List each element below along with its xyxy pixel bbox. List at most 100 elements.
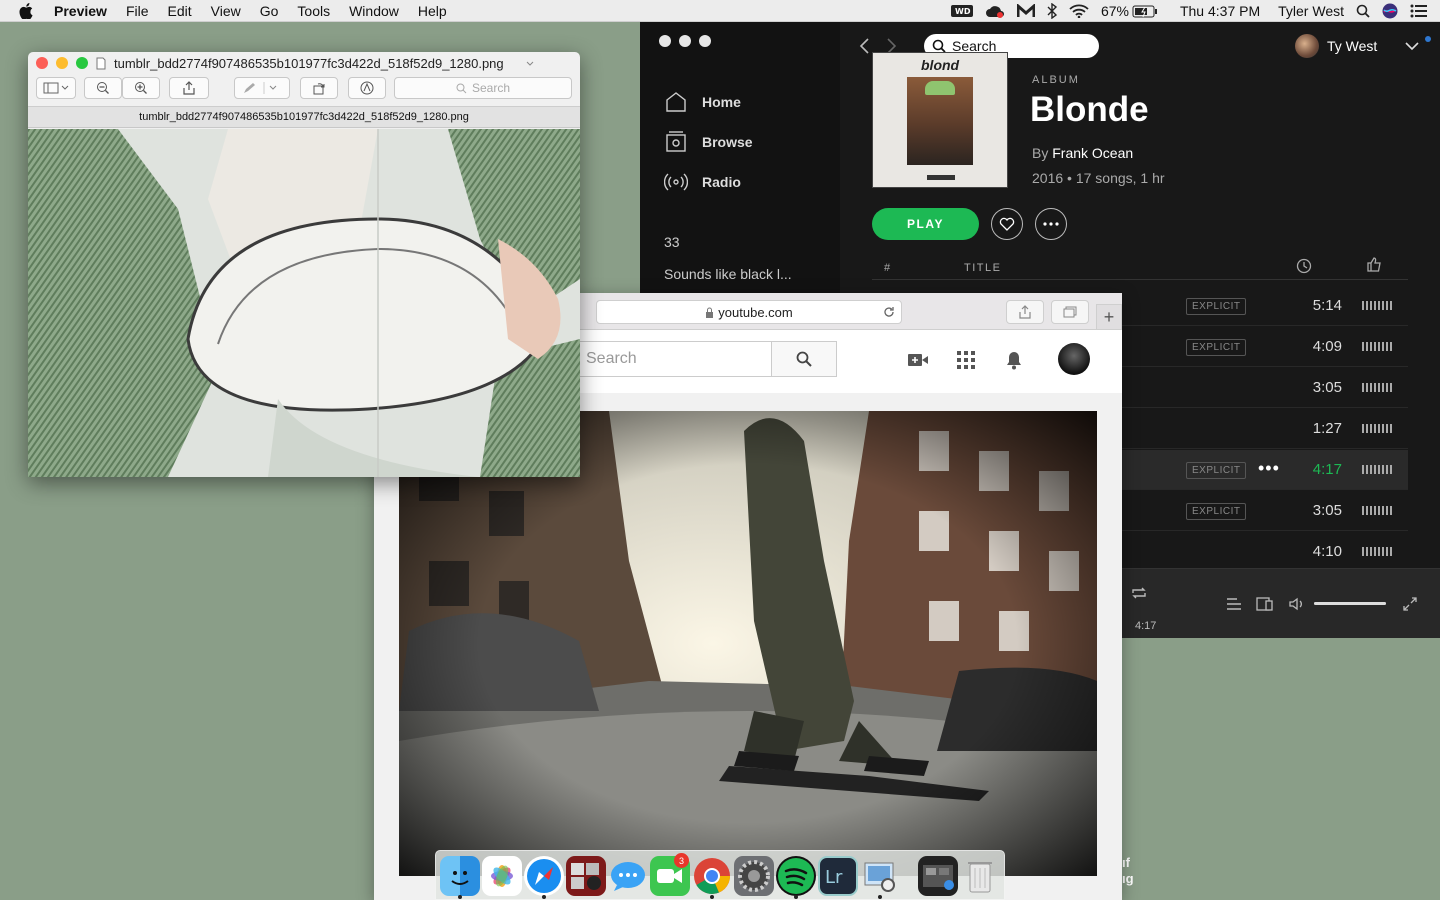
nav-radio[interactable]: Radio (664, 170, 741, 194)
menu-edit[interactable]: Edit (168, 3, 192, 19)
artist-link[interactable]: Frank Ocean (1052, 145, 1133, 161)
rotate-button[interactable] (300, 77, 338, 99)
creative-cloud-icon[interactable] (985, 3, 1005, 19)
chrome-icon[interactable] (692, 856, 732, 896)
user-name[interactable]: Tyler West (1278, 3, 1344, 19)
zoom-window-button[interactable] (699, 35, 711, 47)
menu-file[interactable]: File (126, 3, 149, 19)
upload-video-icon[interactable] (906, 348, 930, 372)
col-title[interactable]: TITLE (964, 262, 1001, 274)
playlist-item[interactable]: Sounds like black l... (664, 266, 792, 282)
menu-go[interactable]: Go (260, 3, 279, 19)
devices-icon[interactable] (1256, 596, 1274, 617)
lightroom-icon[interactable]: Lr (818, 856, 858, 896)
spotify-icon[interactable] (776, 856, 816, 896)
chevron-down-icon[interactable] (1405, 36, 1432, 54)
more-options-button[interactable] (1035, 208, 1067, 240)
zoom-out-button[interactable] (84, 77, 122, 99)
zoom-button[interactable] (76, 57, 88, 69)
sidebar-toggle-button[interactable] (36, 77, 76, 99)
album-title: Blonde (1030, 90, 1149, 129)
share-button[interactable] (169, 77, 209, 99)
system-preferences-icon[interactable] (734, 856, 774, 896)
close-window-button[interactable] (659, 35, 671, 47)
youtube-avatar[interactable] (1058, 343, 1090, 375)
browse-icon (666, 131, 686, 152)
finder-running-dot (458, 895, 462, 899)
menu-tools[interactable]: Tools (297, 3, 330, 19)
wd-drive-icon[interactable]: WD (950, 4, 973, 18)
battery-status[interactable]: 67% (1101, 3, 1158, 19)
messages-icon[interactable] (608, 856, 648, 896)
repeat-icon[interactable] (1130, 585, 1148, 606)
tabs-button[interactable] (1051, 300, 1089, 324)
photo-booth-icon[interactable] (566, 856, 606, 896)
back-arrow-icon[interactable] (858, 38, 870, 54)
new-tab-button[interactable]: + (1096, 304, 1122, 330)
preview-search-input[interactable]: Search (394, 77, 572, 99)
youtube-search-button[interactable] (772, 341, 837, 377)
track-more-icon[interactable]: ••• (1258, 458, 1280, 479)
wifi-icon[interactable] (1069, 4, 1089, 18)
reload-icon[interactable] (883, 306, 895, 318)
col-number: # (884, 262, 892, 274)
clock[interactable]: Thu 4:37 PM (1180, 3, 1260, 19)
menu-view[interactable]: View (211, 3, 241, 19)
spotlight-search-icon[interactable] (1356, 4, 1370, 18)
track-duration: 3:05 (1312, 379, 1342, 396)
popularity-bar (1362, 424, 1392, 433)
notifications-bell-icon[interactable] (1002, 348, 1026, 372)
apple-menu-icon[interactable] (19, 0, 37, 22)
cover-barcode (927, 175, 955, 180)
fullscreen-icon[interactable] (1402, 596, 1418, 617)
video-player[interactable] (399, 411, 1097, 876)
user-menu[interactable]: Ty West (1295, 34, 1432, 58)
nav-home[interactable]: Home (664, 90, 741, 114)
youtube-search-input[interactable]: Search (579, 341, 772, 377)
url-text: youtube.com (718, 304, 793, 320)
finder-icon[interactable] (440, 856, 480, 896)
apps-grid-icon[interactable] (954, 348, 978, 372)
address-bar[interactable]: youtube.com (596, 300, 902, 324)
markup-pen-button[interactable] (234, 77, 290, 99)
volume-slider[interactable] (1314, 602, 1386, 605)
safari-icon[interactable] (524, 856, 564, 896)
menu-app-preview[interactable]: Preview (54, 3, 107, 19)
siri-icon[interactable] (1382, 3, 1398, 19)
chevron-down-icon[interactable] (526, 61, 534, 67)
close-button[interactable] (36, 57, 48, 69)
screenshot-stack-icon[interactable] (918, 856, 958, 896)
markup-toolbar-button[interactable] (348, 77, 386, 99)
window-title[interactable]: tumblr_bdd2774f907486535b101977fc3d422d_… (114, 56, 504, 71)
tracklist-header: # TITLE (872, 256, 1408, 280)
minimize-button[interactable] (56, 57, 68, 69)
preview-running-dot (878, 895, 882, 899)
play-button[interactable]: PLAY (872, 208, 979, 240)
mail-m-icon[interactable] (1016, 4, 1035, 18)
queue-icon[interactable] (1226, 597, 1242, 616)
notification-center-icon[interactable] (1410, 4, 1428, 18)
share-button[interactable] (1006, 300, 1044, 324)
by-prefix: By (1032, 145, 1049, 161)
album-artist: By Frank Ocean (1032, 145, 1133, 161)
photos-icon[interactable] (482, 856, 522, 896)
preview-image (28, 129, 580, 477)
chrome-running-dot (710, 895, 714, 899)
bluetooth-icon[interactable] (1047, 3, 1057, 19)
minimize-window-button[interactable] (679, 35, 691, 47)
traffic-lights (36, 57, 88, 69)
volume-icon[interactable] (1288, 596, 1306, 617)
pen-icon (244, 82, 277, 94)
thumbs-up-icon[interactable] (1366, 256, 1382, 275)
save-heart-button[interactable] (991, 208, 1023, 240)
zoom-in-button[interactable] (122, 77, 160, 99)
trash-icon[interactable] (960, 856, 1000, 896)
volume-fill (1314, 602, 1386, 605)
preview-toolbar: Search (28, 76, 580, 104)
preview-window: tumblr_bdd2774f907486535b101977fc3d422d_… (28, 52, 580, 477)
menu-help[interactable]: Help (418, 3, 447, 19)
preview-app-icon[interactable] (860, 856, 900, 896)
menu-window[interactable]: Window (349, 3, 399, 19)
clock-icon[interactable] (1296, 258, 1312, 277)
nav-browse[interactable]: Browse (664, 130, 753, 154)
